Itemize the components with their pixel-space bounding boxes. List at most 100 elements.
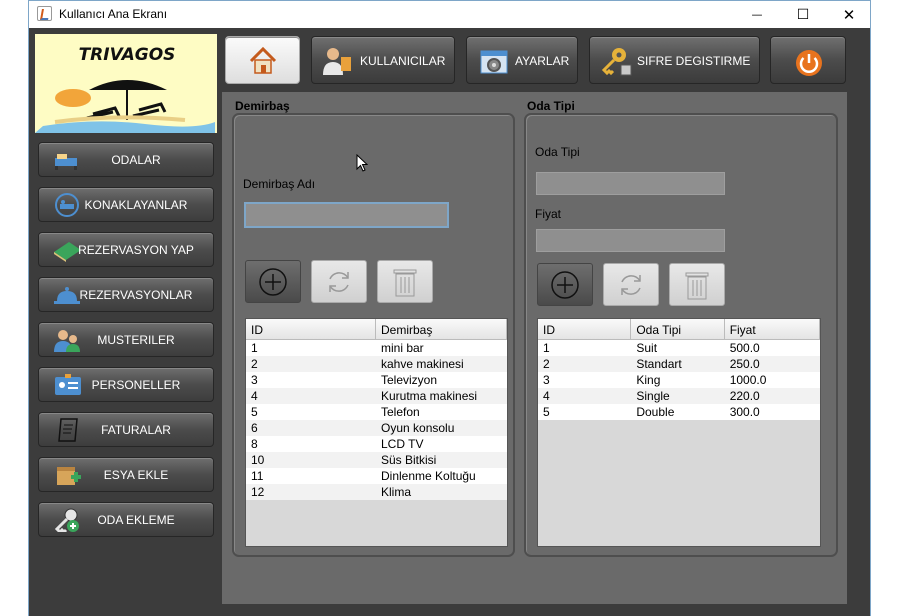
table-row[interactable]: 1 Suit 500.0 — [538, 340, 820, 356]
odatipi-table-body: 1 Suit 500.0 2 Standart 250.0 3 King 1000.0 4 Sing… — [538, 340, 820, 420]
table-cell: Klima — [381, 485, 412, 499]
home-button[interactable] — [225, 36, 300, 84]
odatipi-add-button[interactable] — [537, 263, 593, 306]
title-bar: Kullanıcı Ana Ekranı — ☐ ✕ — [29, 1, 870, 28]
column-header-oda-tipi[interactable]: Oda Tipi — [631, 319, 725, 339]
sidebar-item-rezervasyon-yap[interactable]: REZERVASYON YAP — [38, 232, 214, 267]
sidebar-item-odalar[interactable]: ODALAR — [38, 142, 214, 177]
settings-label: AYARLAR — [515, 54, 570, 68]
table-row[interactable]: 3 King 1000.0 — [538, 372, 820, 388]
table-row[interactable]: 10 Süs Bitkisi — [246, 452, 507, 468]
demirbas-table[interactable]: ID Demirbaş 1 mini bar 2 kahve makinesi 3 Tel… — [245, 318, 508, 547]
sidebar-item-label: PERSONELLER — [91, 378, 181, 392]
odatipi-refresh-button[interactable] — [603, 263, 659, 306]
table-cell: 2 — [251, 357, 258, 371]
change-password-button[interactable]: SIFRE DEGISTIRME — [589, 36, 760, 84]
odatipi-delete-button[interactable] — [669, 263, 725, 306]
sidebar-item-label: KONAKLAYANLAR — [84, 198, 188, 212]
table-cell: 10 — [251, 453, 265, 467]
sidebar-item-faturalar[interactable]: FATURALAR — [38, 412, 214, 447]
table-cell: Suit — [636, 341, 658, 355]
sidebar-item-oda-ekleme[interactable]: ODA EKLEME — [38, 502, 214, 537]
users-button[interactable]: KULLANICILAR — [311, 36, 455, 84]
mouse-cursor-icon — [356, 154, 368, 172]
close-button[interactable]: ✕ — [826, 1, 872, 28]
change-password-label: SIFRE DEGISTIRME — [637, 54, 751, 68]
trash-icon — [685, 272, 709, 299]
table-row[interactable]: 2 kahve makinesi — [246, 356, 507, 372]
table-header: ID Oda Tipi Fiyat — [538, 319, 820, 340]
demirbas-refresh-button[interactable] — [311, 260, 367, 303]
table-cell: 3 — [251, 373, 258, 387]
odatipi-table[interactable]: ID Oda Tipi Fiyat 1 Suit 500.0 2 Standart 250… — [537, 318, 821, 547]
app-window: Kullanıcı Ana Ekranı — ☐ ✕ TRIVAGOS ODAL… — [28, 0, 871, 616]
odatipi-price-input[interactable] — [536, 229, 725, 252]
demirbas-title: Demirbaş — [235, 99, 290, 113]
plus-circle-icon — [259, 267, 287, 296]
table-cell: 2 — [543, 357, 550, 371]
table-row[interactable]: 1 mini bar — [246, 340, 507, 356]
table-row[interactable]: 6 Oyun konsolu — [246, 420, 507, 436]
table-row[interactable]: 4 Kurutma makinesi — [246, 388, 507, 404]
table-cell: LCD TV — [381, 437, 424, 451]
settings-button[interactable]: AYARLAR — [466, 36, 578, 84]
sidebar-item-label: MUSTERILER — [97, 333, 175, 347]
table-row[interactable]: 12 Klima — [246, 484, 507, 500]
table-row[interactable]: 11 Dinlenme Koltuğu — [246, 468, 507, 484]
minimize-button[interactable]: — — [734, 1, 780, 28]
demirbas-add-button[interactable] — [245, 260, 301, 303]
sidebar-item-label: REZERVASYONLAR — [79, 288, 193, 302]
sidebar-item-label: REZERVASYON YAP — [78, 243, 194, 257]
trash-icon — [393, 269, 417, 296]
table-row[interactable]: 2 Standart 250.0 — [538, 356, 820, 372]
sidebar-item-label: ODALAR — [111, 153, 161, 167]
table-row[interactable]: 4 Single 220.0 — [538, 388, 820, 404]
table-cell: Oyun konsolu — [381, 421, 455, 435]
table-row[interactable]: 8 LCD TV — [246, 436, 507, 452]
table-cell: King — [636, 373, 661, 387]
table-row[interactable]: 3 Televizyon — [246, 372, 507, 388]
main-panel: Demirbaş Demirbaş Adı ID Demirbaş 1 mini… — [222, 92, 847, 604]
window-title: Kullanıcı Ana Ekranı — [59, 7, 168, 21]
table-cell: 220.0 — [729, 389, 760, 403]
column-header-fiyat[interactable]: Fiyat — [725, 319, 820, 339]
sidebar-item-rezervasyonlar[interactable]: REZERVASYONLAR — [38, 277, 214, 312]
table-cell: Standart — [636, 357, 682, 371]
sidebar-item-konaklayanlar[interactable]: KONAKLAYANLAR — [38, 187, 214, 222]
maximize-button[interactable]: ☐ — [780, 1, 826, 28]
column-header-demirbas[interactable]: Demirbaş — [376, 319, 507, 339]
key-lock-icon — [601, 48, 632, 76]
demirbas-name-input[interactable] — [244, 202, 449, 228]
table-cell: 5 — [543, 405, 550, 419]
table-cell: 5 — [251, 405, 258, 419]
odatipi-price-label: Fiyat — [535, 207, 562, 221]
table-cell: 8 — [251, 437, 258, 451]
sidebar-item-label: ESYA EKLE — [103, 468, 169, 482]
table-cell: 250.0 — [729, 357, 760, 371]
column-header-id[interactable]: ID — [538, 319, 632, 339]
sidebar-item-musteriler[interactable]: MUSTERILER — [38, 322, 214, 357]
table-cell: 300.0 — [729, 405, 760, 419]
column-header-id[interactable]: ID — [246, 319, 376, 339]
odatipi-title: Oda Tipi — [527, 99, 575, 113]
sidebar-item-esya-ekle[interactable]: ESYA EKLE — [38, 457, 214, 492]
settings-icon — [480, 50, 508, 74]
table-cell: Dinlenme Koltuğu — [381, 469, 476, 483]
table-row[interactable]: 5 Double 300.0 — [538, 404, 820, 420]
table-cell: 12 — [251, 485, 265, 499]
sidebar-item-label: ODA EKLEME — [97, 513, 175, 527]
odatipi-type-input[interactable] — [536, 172, 725, 195]
table-cell: 3 — [543, 373, 550, 387]
table-cell: 500.0 — [729, 341, 760, 355]
users-label: KULLANICILAR — [360, 54, 446, 68]
table-cell: Süs Bitkisi — [381, 453, 437, 467]
minimize-icon: — — [751, 8, 763, 21]
demirbas-delete-button[interactable] — [377, 260, 433, 303]
table-cell: 1000.0 — [729, 373, 767, 387]
power-button[interactable] — [770, 36, 846, 84]
table-cell: Telefon — [381, 405, 420, 419]
sidebar-item-personeller[interactable]: PERSONELLER — [38, 367, 214, 402]
table-row[interactable]: 5 Telefon — [246, 404, 507, 420]
refresh-icon — [621, 274, 641, 295]
demirbas-table-body: 1 mini bar 2 kahve makinesi 3 Televizyon 4 Kuru… — [246, 340, 507, 500]
